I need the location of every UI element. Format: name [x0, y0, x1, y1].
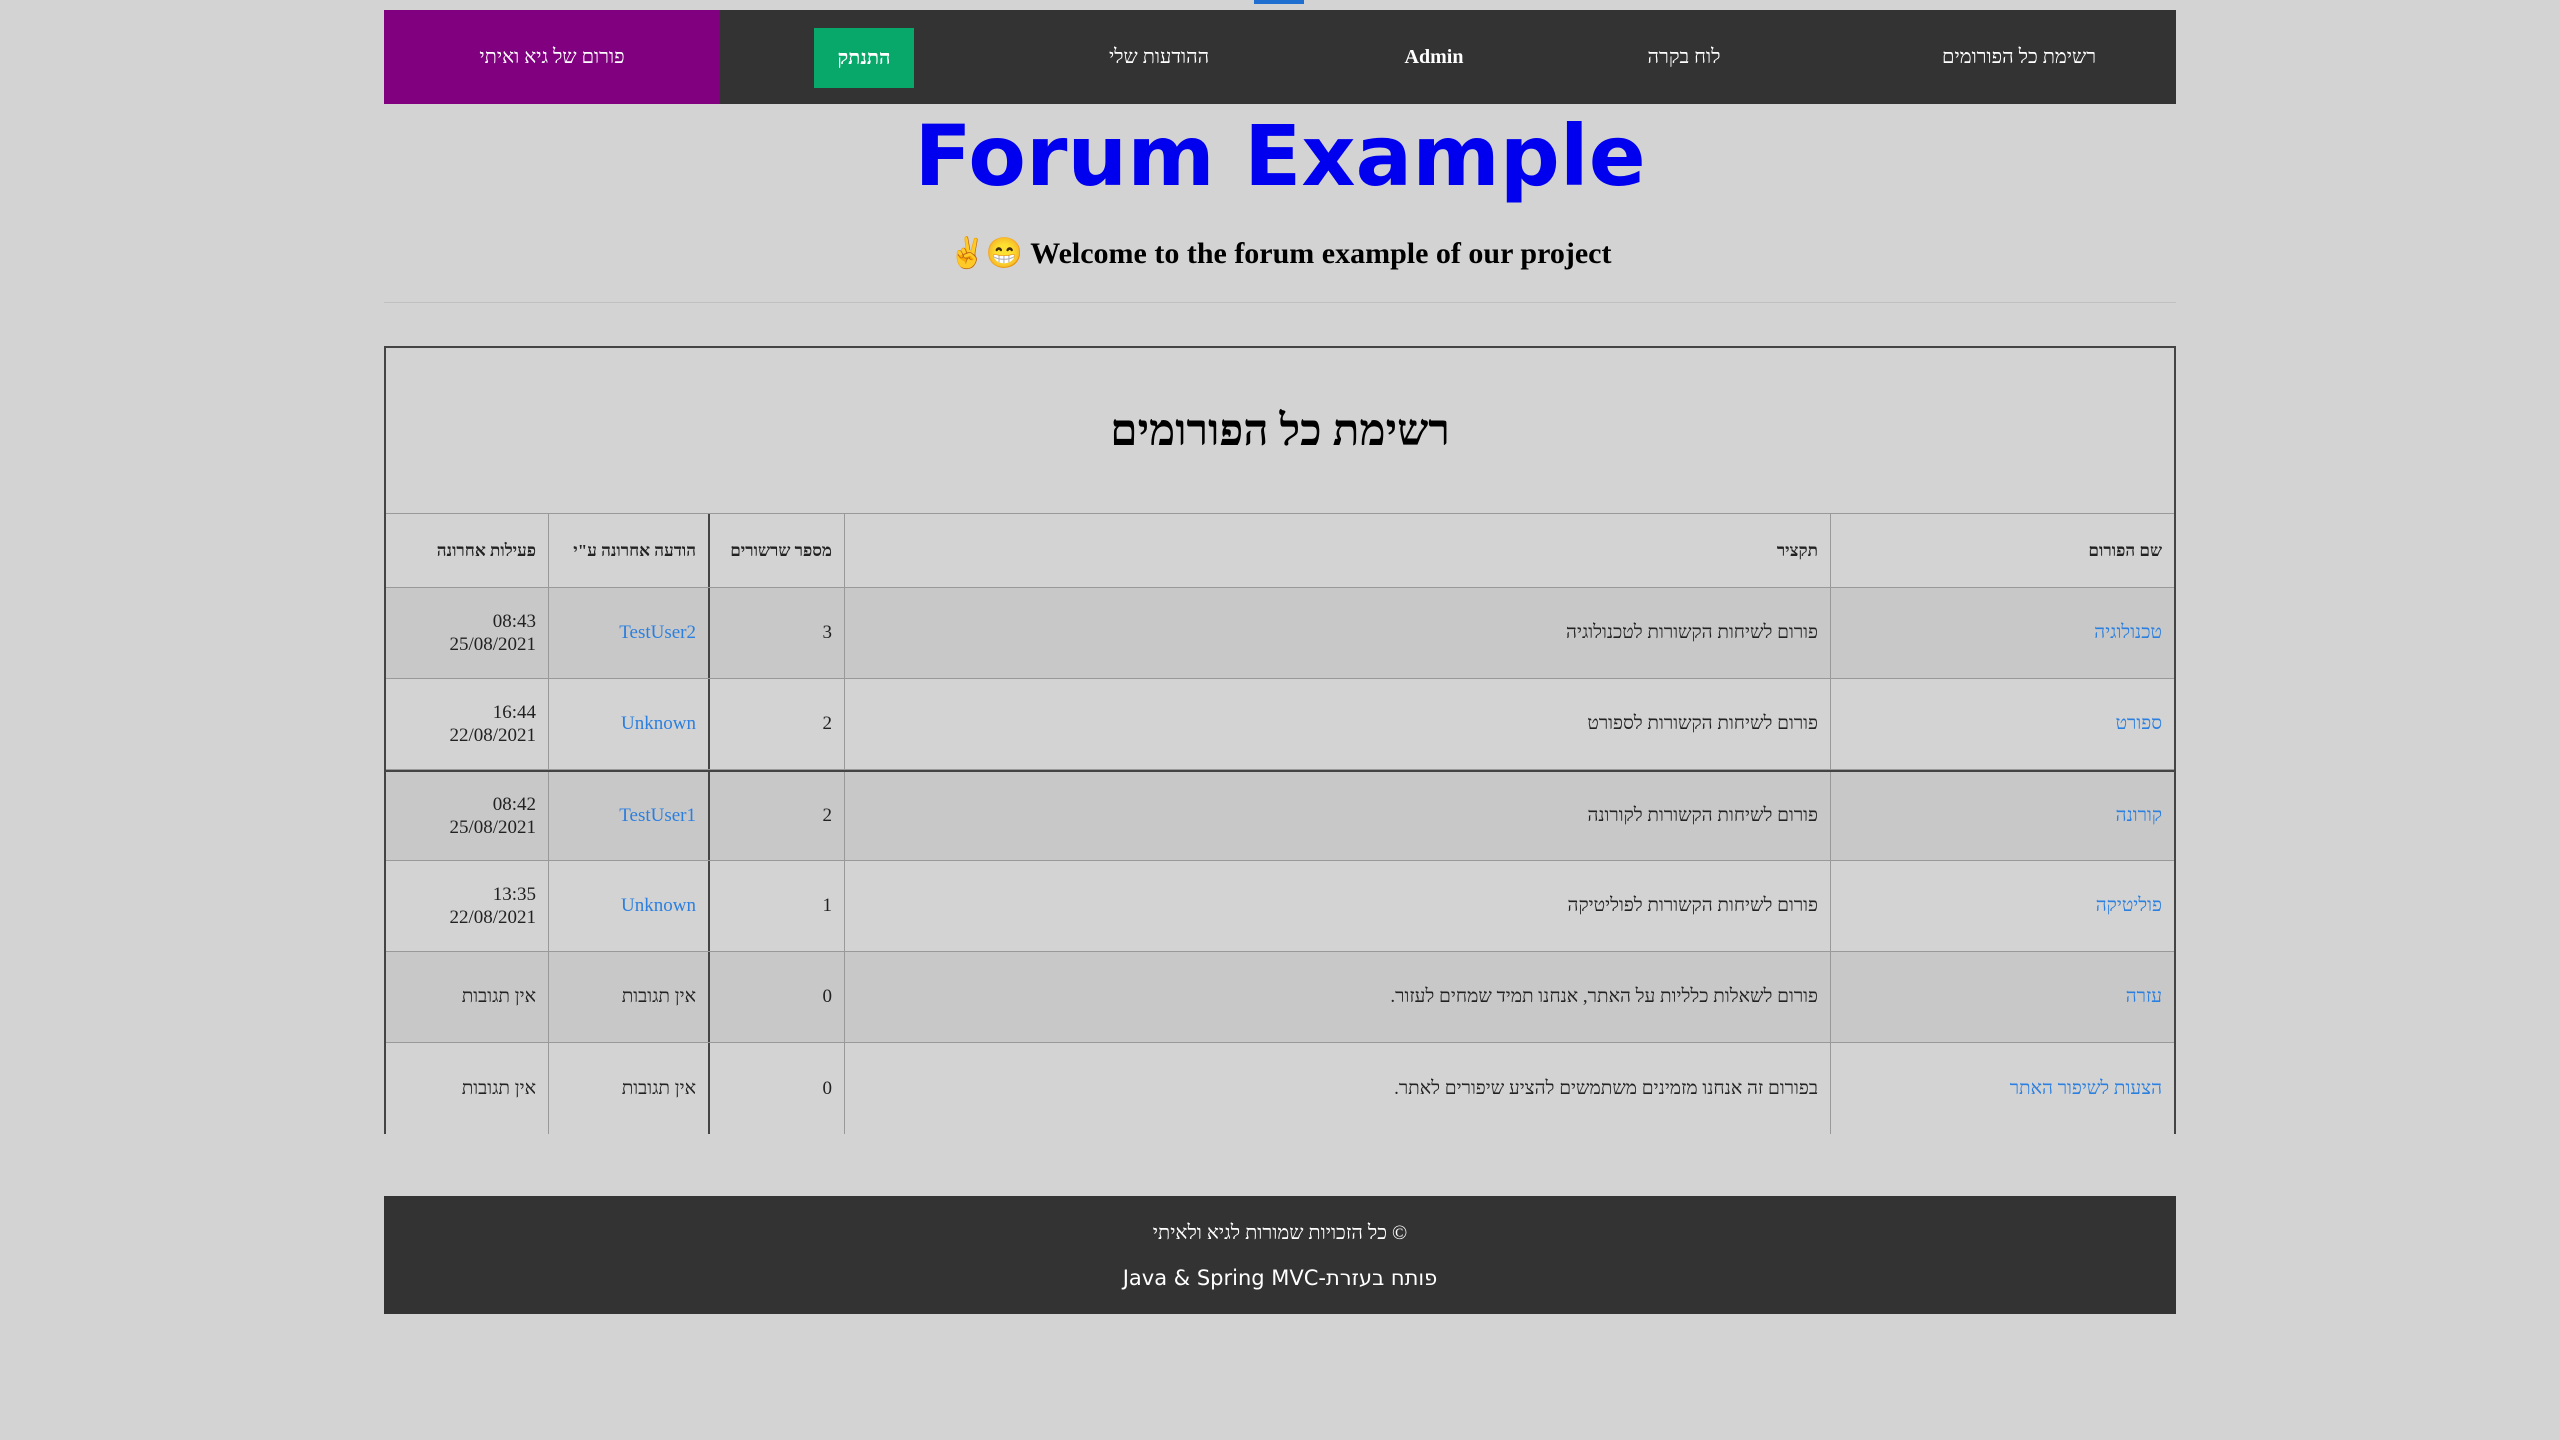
- page-footer: © כל הזכויות שמורות לגיא ולאיתי פותח בעז…: [384, 1196, 2176, 1314]
- forum-link[interactable]: הצעות לשיפור האתר: [2010, 1078, 2162, 1100]
- last-post-user-cell: Unknown: [548, 861, 708, 951]
- user-link[interactable]: TestUser1: [619, 805, 696, 827]
- forum-description: פורום לשיחות הקשורות לספורט: [844, 679, 1830, 769]
- forum-thread-count: 1: [708, 861, 844, 951]
- forum-name-cell: ספורט: [1830, 679, 2174, 769]
- forum-thread-count: 2: [708, 679, 844, 769]
- forum-thread-count: 2: [708, 772, 844, 860]
- forum-description: פורום לשיחות הקשורות לקורונה: [844, 772, 1830, 860]
- forum-link[interactable]: קורונה: [2116, 805, 2162, 827]
- last-activity-date: 25/08/2021: [449, 817, 536, 838]
- forum-link[interactable]: טכנולוגיה: [2094, 622, 2162, 644]
- forum-name-cell: קורונה: [1830, 772, 2174, 860]
- last-post-user-cell: אין תגובות: [548, 952, 708, 1042]
- col-header-last-by: הודעה אחרונה ע"י: [548, 514, 708, 587]
- col-header-last-activity: פעילות אחרונה: [436, 540, 536, 560]
- nav-my-posts[interactable]: ההודעות שלי: [1074, 10, 1244, 104]
- forum-link[interactable]: פוליטיקה: [2096, 895, 2162, 917]
- welcome-emoji: ✌😁: [948, 237, 1024, 270]
- last-activity-cell: אין תגובות: [461, 1077, 536, 1099]
- forum-name-cell: הצעות לשיפור האתר: [1830, 1043, 2174, 1134]
- last-post-user-cell: Unknown: [548, 679, 708, 769]
- footer-copyright: © כל הזכויות שמורות לגיא ולאיתי: [1152, 1222, 1408, 1244]
- user-link[interactable]: TestUser2: [619, 622, 696, 644]
- last-activity-cell: 16:44 22/08/2021: [386, 679, 548, 769]
- last-activity-time: 16:44: [492, 702, 536, 723]
- col-header-description: תקציר: [844, 514, 1830, 587]
- top-navbar: פורום של גיא ואיתי התנתק ההודעות שלי Adm…: [384, 10, 2176, 104]
- forum-link[interactable]: עזרה: [2126, 986, 2162, 1008]
- forum-description: פורום לשיחות הקשורות לטכנולוגיה: [844, 588, 1830, 678]
- last-activity-cell: אין תגובות: [461, 986, 536, 1007]
- site-title: Forum Example: [914, 107, 1646, 205]
- last-activity-time: 08:42: [492, 794, 536, 815]
- welcome-text: Welcome to the forum example of our proj…: [1030, 237, 1612, 270]
- user-link[interactable]: Unknown: [621, 895, 696, 917]
- table-row: טכנולוגיה פורום לשיחות הקשורות לטכנולוגי…: [386, 588, 2174, 679]
- brand-link[interactable]: פורום של גיא ואיתי: [384, 10, 720, 104]
- last-activity-date: 25/08/2021: [449, 634, 536, 655]
- forum-thread-count: 0: [708, 952, 844, 1042]
- col-header-name: שם הפורום: [1830, 514, 2174, 587]
- forum-thread-count: 0: [708, 1043, 844, 1134]
- forum-description: פורום לשיחות הקשורות לפוליטיקה: [844, 861, 1830, 951]
- scroll-indicator[interactable]: [1254, 0, 1304, 4]
- footer-credit: פותח בעזרת-Java & Spring MVC: [1122, 1266, 1438, 1290]
- forums-table: רשימת כל הפורומים שם הפורום תקציר מספר ש…: [384, 346, 2176, 1134]
- table-header-row: שם הפורום תקציר מספר שרשורים הודעה אחרונ…: [386, 514, 2174, 588]
- last-activity-date: 22/08/2021: [449, 907, 536, 928]
- forum-description: פורום לשאלות כלליות על האתר, אנחנו תמיד …: [844, 952, 1830, 1042]
- table-row: עזרה פורום לשאלות כלליות על האתר, אנחנו …: [386, 952, 2174, 1043]
- user-link[interactable]: Unknown: [621, 713, 696, 735]
- table-row: הצעות לשיפור האתר בפורום זה אנחנו מזמיני…: [386, 1043, 2174, 1134]
- forum-link[interactable]: ספורט: [2116, 713, 2162, 735]
- last-activity-cell: 13:35 22/08/2021: [386, 861, 548, 951]
- table-row: קורונה פורום לשיחות הקשורות לקורונה 2 Te…: [386, 770, 2174, 861]
- forum-name-cell: טכנולוגיה: [1830, 588, 2174, 678]
- forum-name-cell: פוליטיקה: [1830, 861, 2174, 951]
- logout-button[interactable]: התנתק: [814, 28, 914, 88]
- nav-all-forums[interactable]: רשימת כל הפורומים: [1914, 10, 2124, 104]
- last-activity-time: 08:43: [492, 611, 536, 632]
- last-activity-time: 13:35: [492, 884, 536, 905]
- last-post-user-cell: TestUser2: [548, 588, 708, 678]
- last-post-user-cell: TestUser1: [548, 772, 708, 860]
- nav-admin-user[interactable]: Admin: [1374, 10, 1494, 104]
- nav-dashboard[interactable]: לוח בקרה: [1614, 10, 1754, 104]
- header-divider: [384, 302, 2176, 303]
- table-row: ספורט פורום לשיחות הקשורות לספורט 2 Unkn…: [386, 679, 2174, 770]
- forum-name-cell: עזרה: [1830, 952, 2174, 1042]
- col-header-threads: מספר שרשורים: [708, 514, 844, 587]
- forum-description: בפורום זה אנחנו מזמינים משתמשים להציע שי…: [844, 1043, 1830, 1134]
- last-post-user-cell: אין תגובות: [548, 1043, 708, 1134]
- forum-thread-count: 3: [708, 588, 844, 678]
- last-activity-date: 22/08/2021: [449, 725, 536, 746]
- welcome-subtitle: ✌😁 Welcome to the forum example of our p…: [384, 232, 2176, 276]
- last-activity-cell: 08:43 25/08/2021: [386, 588, 548, 678]
- table-caption: רשימת כל הפורומים: [386, 348, 2174, 514]
- last-activity-cell: 08:42 25/08/2021: [386, 772, 548, 860]
- table-row: פוליטיקה פורום לשיחות הקשורות לפוליטיקה …: [386, 861, 2174, 952]
